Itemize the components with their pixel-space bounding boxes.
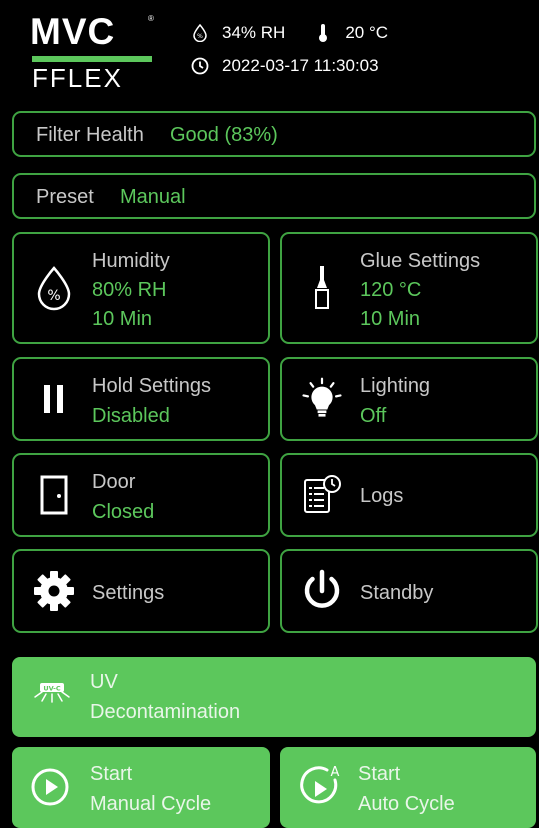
auto-cycle-line2: Auto Cycle <box>358 793 455 815</box>
settings-tile[interactable]: Settings <box>12 549 270 633</box>
settings-tile-title: Settings <box>92 582 165 604</box>
current-humidity: 34% RH <box>222 23 286 42</box>
glue-temperature-value: 120 °C <box>360 279 422 301</box>
humidity-drop-icon: % <box>190 23 210 43</box>
filter-health-value: Good (83%) <box>170 124 278 146</box>
glue-tile-title: Glue Settings <box>360 250 481 272</box>
logo-mvc-text: MVC <box>30 11 116 52</box>
glue-settings-tile[interactable]: Glue Settings 120 °C 10 Min <box>280 232 538 344</box>
standby-tile-title: Standby <box>360 582 434 604</box>
logs-tile-title: Logs <box>360 485 404 507</box>
pause-icon <box>32 374 76 424</box>
door-tile-title: Door <box>92 471 136 493</box>
humidity-tile-title: Humidity <box>92 250 170 272</box>
door-status-value: Closed <box>92 501 155 523</box>
preset-bar[interactable]: Preset Manual <box>12 173 536 219</box>
hold-status-value: Disabled <box>92 405 170 427</box>
logs-tile[interactable]: Logs <box>280 453 538 537</box>
humidity-percent-drop-icon: % <box>32 263 76 313</box>
gear-icon <box>32 566 76 616</box>
auto-badge: A <box>331 765 340 780</box>
current-datetime: 2022-03-17 11:30:03 <box>222 56 379 75</box>
preset-value: Manual <box>120 186 186 208</box>
lighting-tile[interactable]: Lighting Off <box>280 357 538 441</box>
thermometer-icon <box>313 23 333 43</box>
door-icon <box>32 470 76 520</box>
hold-settings-tile[interactable]: Hold Settings Disabled <box>12 357 270 441</box>
glue-duration-value: 10 Min <box>360 308 421 330</box>
door-tile[interactable]: Door Closed <box>12 453 270 537</box>
play-circle-icon <box>30 767 70 807</box>
logs-clipboard-icon <box>300 470 344 520</box>
uv-decontamination-button[interactable]: UV-C UV Decontamination <box>12 657 536 737</box>
logo-trademark: ® <box>148 14 154 23</box>
power-icon <box>300 566 344 616</box>
hold-tile-title: Hold Settings <box>92 375 211 397</box>
preset-label: Preset <box>36 186 94 208</box>
current-temperature: 20 °C <box>345 23 389 42</box>
humidity-duration-value: 10 Min <box>92 308 153 330</box>
lightbulb-icon <box>300 374 344 424</box>
auto-play-circle-icon: A <box>296 761 344 809</box>
filter-health-bar[interactable]: Filter Health Good (83%) <box>12 111 536 157</box>
mvc-fflex-logo: MVC ® FFLEX <box>30 11 158 93</box>
logo-fflex-text: FFLEX <box>32 63 123 93</box>
lighting-tile-title: Lighting <box>360 375 431 397</box>
uv-line1: UV <box>90 671 118 693</box>
svg-text:%: % <box>197 33 203 40</box>
standby-tile[interactable]: Standby <box>280 549 538 633</box>
svg-text:%: % <box>47 288 60 304</box>
lighting-status-value: Off <box>360 405 387 427</box>
start-auto-cycle-button[interactable]: A Start Auto Cycle <box>280 747 536 828</box>
filter-health-label: Filter Health <box>36 124 144 146</box>
environment-status: % 34% RH 20 °C <box>190 23 388 43</box>
uv-line2: Decontamination <box>90 701 241 723</box>
humidity-tile[interactable]: % Humidity 80% RH 10 Min <box>12 232 270 344</box>
datetime-status: 2022-03-17 11:30:03 <box>190 56 379 76</box>
uv-c-badge: UV-C <box>43 685 61 693</box>
auto-cycle-line1: Start <box>358 763 401 785</box>
start-manual-cycle-button[interactable]: Start Manual Cycle <box>12 747 270 828</box>
manual-cycle-line1: Start <box>90 763 133 785</box>
humidity-target-value: 80% RH <box>92 279 167 301</box>
header: MVC ® FFLEX % 34% RH 20 °C 2022-03-17 11… <box>0 0 539 100</box>
manual-cycle-line2: Manual Cycle <box>90 793 212 815</box>
uv-c-lamp-icon: UV-C <box>30 681 74 705</box>
logo-divider <box>32 56 152 62</box>
glue-stick-icon <box>300 263 344 313</box>
clock-icon <box>190 56 210 76</box>
